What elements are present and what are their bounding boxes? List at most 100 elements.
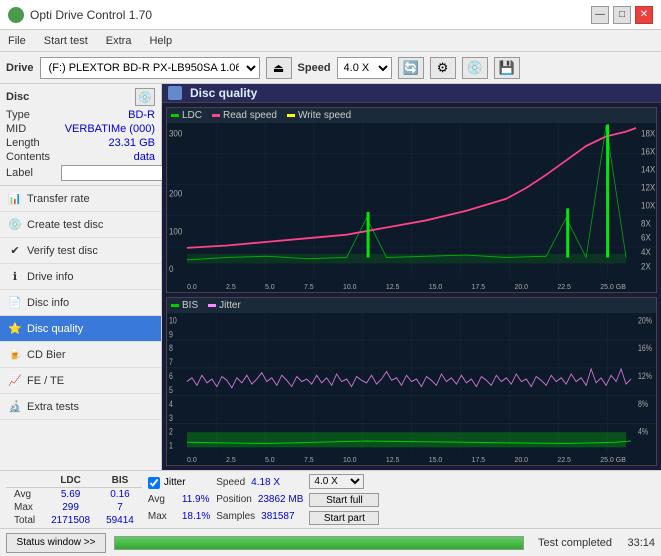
svg-text:8: 8 [169, 343, 173, 353]
disc-contents-row: Contents data [6, 151, 155, 163]
chart2-svg: 1 2 3 4 5 6 7 8 9 10 20% 16% 12% 8% 4% [167, 312, 656, 451]
position-value: 23862 MB [258, 494, 304, 505]
disc-info-icon: 📄 [8, 296, 22, 310]
jitter-checkbox[interactable] [148, 477, 160, 489]
status-window-button[interactable]: Status window >> [6, 533, 106, 553]
nav-label-extra-tests: Extra tests [27, 401, 79, 413]
svg-text:4: 4 [169, 399, 173, 409]
disc-panel-header: Disc 💿 [6, 88, 155, 106]
maximize-button[interactable]: □ [613, 6, 631, 24]
samples-row: Samples 381587 [216, 511, 303, 522]
svg-text:14X: 14X [641, 164, 655, 175]
app-icon [8, 7, 24, 23]
nav-item-fe-te[interactable]: 📈 FE / TE [0, 368, 161, 394]
stats-total-bis: 59414 [98, 514, 142, 527]
menu-file[interactable]: File [4, 33, 30, 49]
progress-bar-container [114, 536, 524, 550]
disc-mid-label: MID [6, 123, 58, 135]
title-bar-left: Opti Drive Control 1.70 [8, 7, 152, 23]
chart-title-icon [168, 86, 182, 100]
chart1-x-axis: 0.02.55.07.510.0 12.515.017.520.022.525.… [187, 283, 626, 292]
stats-col-ldc: LDC [43, 474, 98, 488]
speed-field-value: 4.18 X [251, 477, 280, 488]
cd-bier-icon: 🍺 [8, 348, 22, 362]
start-part-button[interactable]: Start part [309, 511, 379, 525]
chart2-x-axis: 0.02.55.07.510.0 12.515.017.520.022.525.… [187, 456, 626, 465]
svg-text:10X: 10X [641, 200, 655, 211]
disc-label-row: Label 🔍 [6, 165, 155, 181]
nav-label-cd-bier: CD Bier [27, 349, 66, 361]
nav-label-create-test-disc: Create test disc [27, 219, 103, 231]
svg-text:6X: 6X [641, 232, 651, 243]
legend-ldc: LDC [171, 110, 202, 121]
jitter-check-row: Jitter [148, 477, 210, 489]
nav-item-disc-info[interactable]: 📄 Disc info [0, 290, 161, 316]
svg-text:16%: 16% [638, 343, 652, 353]
menu-extra[interactable]: Extra [102, 33, 136, 49]
svg-text:3: 3 [169, 413, 173, 423]
disc-length-row: Length 23.31 GB [6, 137, 155, 149]
svg-text:8%: 8% [638, 399, 648, 409]
disc-contents-label: Contents [6, 151, 58, 163]
svg-text:18X: 18X [641, 128, 655, 139]
charts-container: LDC Read speed Write speed [162, 103, 661, 470]
svg-text:300: 300 [169, 128, 182, 139]
settings-button[interactable]: ⚙ [430, 57, 456, 79]
title-controls: — □ ✕ [591, 6, 653, 24]
toolbar: Drive (F:) PLEXTOR BD-R PX-LB950SA 1.06 … [0, 52, 661, 84]
disc-type-label: Type [6, 109, 58, 121]
speed-value-row: Speed 4.18 X [216, 477, 303, 488]
nav-item-cd-bier[interactable]: 🍺 CD Bier [0, 342, 161, 368]
stats-row-avg: Avg 5.69 0.16 [6, 488, 142, 502]
chart-title: Disc quality [190, 86, 257, 100]
stats-avg-bis: 0.16 [98, 488, 142, 502]
transfer-rate-icon: 📊 [8, 192, 22, 206]
close-button[interactable]: ✕ [635, 6, 653, 24]
menu-help[interactable]: Help [145, 33, 176, 49]
svg-text:7: 7 [169, 357, 173, 367]
drive-label: Drive [6, 62, 34, 74]
title-bar: Opti Drive Control 1.70 — □ ✕ [0, 0, 661, 30]
chart-ldc: LDC Read speed Write speed [166, 107, 657, 293]
nav-item-transfer-rate[interactable]: 📊 Transfer rate [0, 186, 161, 212]
test-speed-select[interactable]: 4.0 X [309, 474, 364, 489]
svg-text:100: 100 [169, 226, 182, 237]
nav-item-disc-quality[interactable]: ⭐ Disc quality [0, 316, 161, 342]
sidebar: Disc 💿 Type BD-R MID VERBATIMe (000) Len… [0, 84, 162, 470]
speed-field-label: Speed [216, 477, 245, 488]
menu-start-test[interactable]: Start test [40, 33, 92, 49]
legend-read-speed: Read speed [212, 110, 277, 121]
stats-max-bis: 7 [98, 501, 142, 514]
nav-item-verify-test-disc[interactable]: ✔ Verify test disc [0, 238, 161, 264]
nav-label-disc-info: Disc info [27, 297, 69, 309]
extra-tests-icon: 🔬 [8, 400, 22, 414]
start-full-button[interactable]: Start full [309, 493, 379, 507]
save-button[interactable]: 💾 [494, 57, 520, 79]
position-label: Position [216, 494, 252, 505]
nav-item-extra-tests[interactable]: 🔬 Extra tests [0, 394, 161, 420]
burn-button[interactable]: 💿 [462, 57, 488, 79]
jitter-max-value: 18.1% [182, 511, 210, 522]
disc-icon-button[interactable]: 💿 [135, 88, 155, 106]
refresh-button[interactable]: 🔄 [398, 57, 424, 79]
nav-item-drive-info[interactable]: ℹ Drive info [0, 264, 161, 290]
speed-select[interactable]: 4.0 X [337, 57, 392, 79]
minimize-button[interactable]: — [591, 6, 609, 24]
svg-text:8X: 8X [641, 218, 651, 229]
jitter-max-row: Max 18.1% [148, 511, 210, 522]
eject-button[interactable]: ⏏ [266, 57, 292, 79]
disc-length-value: 23.31 GB [58, 137, 155, 149]
create-test-disc-icon: 💿 [8, 218, 22, 232]
jitter-box: Jitter Avg 11.9% Max 18.1% [148, 474, 210, 525]
svg-text:1: 1 [169, 441, 173, 451]
status-time: 33:14 [620, 537, 655, 549]
disc-quality-icon: ⭐ [8, 322, 22, 336]
speed-info: Speed 4.18 X Position 23862 MB Samples 3… [216, 474, 303, 525]
svg-text:2: 2 [169, 427, 173, 437]
drive-select[interactable]: (F:) PLEXTOR BD-R PX-LB950SA 1.06 [40, 57, 260, 79]
position-row: Position 23862 MB [216, 494, 303, 505]
jitter-avg-row: Avg 11.9% [148, 494, 210, 505]
verify-test-disc-icon: ✔ [8, 244, 22, 258]
nav-label-transfer-rate: Transfer rate [27, 193, 90, 205]
nav-item-create-test-disc[interactable]: 💿 Create test disc [0, 212, 161, 238]
